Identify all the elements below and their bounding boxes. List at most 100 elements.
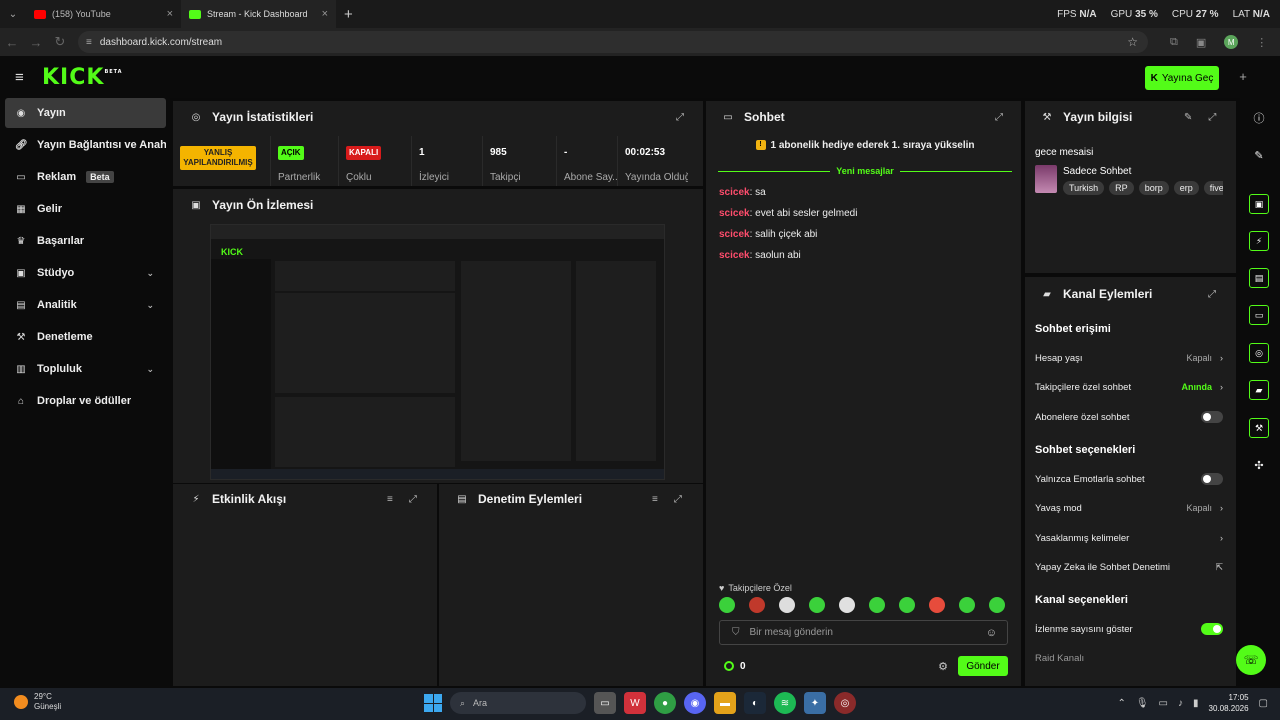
rail-stats-button[interactable]: ◎ xyxy=(1249,343,1269,363)
filter-icon[interactable]: ≡ xyxy=(652,494,658,505)
send-button[interactable]: Gönder xyxy=(958,656,1008,676)
subscribers-only-toggle[interactable] xyxy=(1201,411,1223,423)
forward-icon[interactable]: → xyxy=(24,35,48,50)
site-info-icon[interactable]: ≡ xyxy=(86,37,92,48)
support-chat-button[interactable]: ☏ xyxy=(1236,645,1266,675)
emote-icon[interactable] xyxy=(959,597,975,613)
emoji-picker-icon[interactable]: ☺ xyxy=(986,627,997,639)
tab-kick-dashboard[interactable]: Stream - Kick Dashboard × xyxy=(181,0,336,28)
emote-icon[interactable] xyxy=(809,597,825,613)
stream-preview[interactable]: KICK xyxy=(210,224,665,480)
filter-icon[interactable]: ≡ xyxy=(387,494,393,505)
gear-icon[interactable]: ⚙ xyxy=(938,660,948,673)
sidebar-item-yayin[interactable]: ◉ Yayın xyxy=(5,98,166,128)
taskbar-search[interactable]: ⌕ Ara xyxy=(450,692,586,714)
rail-activity-button[interactable]: ⚡︎ xyxy=(1249,231,1269,251)
setting-slow-mode[interactable]: Yavaş mod Kapalı › xyxy=(1035,500,1223,516)
emote-icon[interactable] xyxy=(869,597,885,613)
url-field[interactable]: ≡ dashboard.kick.com/stream ☆ xyxy=(78,31,1148,53)
weather-widget[interactable]: 29°C Güneşli xyxy=(14,692,61,712)
battery-icon[interactable]: ▮ xyxy=(1193,698,1199,709)
chat-username[interactable]: scicek xyxy=(719,208,750,219)
emote-icon[interactable] xyxy=(719,597,735,613)
add-icon[interactable]: + xyxy=(1234,66,1252,88)
setting-account-age[interactable]: Hesap yaşı Kapalı › xyxy=(1035,350,1223,366)
close-icon[interactable]: × xyxy=(322,8,328,20)
tray-chevron-icon[interactable]: ⌃ xyxy=(1117,698,1125,709)
emote-icon[interactable] xyxy=(779,597,795,613)
setting-followers-only[interactable]: Takipçilere özel sohbet Anında › xyxy=(1035,379,1223,395)
edit-pencil-icon[interactable]: ✎ xyxy=(1249,145,1269,165)
expand-icon[interactable]: ⤢ xyxy=(1208,112,1216,123)
back-icon[interactable]: ← xyxy=(0,35,24,50)
emote-icon[interactable] xyxy=(929,597,945,613)
pinned-banner[interactable]: ! 1 abonelik hediye ederek 1. sıraya yüks… xyxy=(720,140,1010,151)
clock[interactable]: 17:05 30.08.2026 xyxy=(1209,692,1249,714)
expand-icon[interactable]: ⤢ xyxy=(1208,289,1216,300)
steam-icon[interactable]: ◐ xyxy=(744,692,766,714)
chat-username[interactable]: scicek xyxy=(719,229,750,240)
expand-icon[interactable]: ⤢ xyxy=(409,494,417,505)
network-icon[interactable]: ▭ xyxy=(1159,698,1168,709)
sidebar-item-studio[interactable]: ▣ Stüdyo ⌄ xyxy=(5,258,166,288)
close-icon[interactable]: × xyxy=(167,8,173,20)
office-icon[interactable]: W xyxy=(624,692,646,714)
emote-icon[interactable] xyxy=(839,597,855,613)
chat-username[interactable]: scicek xyxy=(719,187,750,198)
sidebar-item-community[interactable]: ▥ Topluluk ⌄ xyxy=(5,354,166,384)
chat-username[interactable]: scicek xyxy=(719,250,750,261)
emote-icon[interactable] xyxy=(749,597,765,613)
chat-message-input[interactable]: ⛉ Bir mesaj gönderin ☺ xyxy=(719,620,1008,645)
go-live-button[interactable]: K Yayına Geç xyxy=(1145,66,1219,90)
emote-icon[interactable] xyxy=(899,597,915,613)
rail-channel-button[interactable]: ▰ xyxy=(1249,380,1269,400)
kick-logo[interactable]: KICKBETA xyxy=(42,65,123,90)
reload-icon[interactable]: ↻ xyxy=(48,34,72,50)
discord-icon[interactable]: ◉ xyxy=(684,692,706,714)
rail-chat-button[interactable]: ▭ xyxy=(1249,305,1269,325)
emote-only-toggle[interactable] xyxy=(1201,473,1223,485)
tab-youtube[interactable]: (158) YouTube × xyxy=(26,0,181,28)
expand-icon[interactable]: ⤢ xyxy=(676,112,684,123)
emote-icon[interactable] xyxy=(989,597,1005,613)
volume-icon[interactable]: ♪ xyxy=(1178,698,1183,709)
sidebar-item-ads[interactable]: ▭ Reklam Beta xyxy=(5,162,166,192)
spotify-icon[interactable]: ≋ xyxy=(774,692,796,714)
expand-icon[interactable]: ⤢ xyxy=(674,494,682,505)
setting-raid-channel[interactable]: Raid Kanalı xyxy=(1035,650,1223,666)
extensions-icon[interactable]: ⧉ xyxy=(1170,36,1178,49)
task-view-icon[interactable]: ▭ xyxy=(594,692,616,714)
microphone-icon[interactable]: 🎙︎ xyxy=(1136,698,1149,709)
menu-kebab-icon[interactable]: ⋮ xyxy=(1256,36,1267,49)
rail-preview-button[interactable]: ▣ xyxy=(1249,194,1269,214)
file-explorer-icon[interactable]: ▬ xyxy=(714,692,736,714)
chrome-icon[interactable]: ● xyxy=(654,692,676,714)
setting-ai-moderation[interactable]: Yapay Zeka ile Sohbet Denetimi ⇱ xyxy=(1035,559,1223,575)
sidebar-item-stream-key[interactable]: 🔗︎ Yayın Bağlantısı ve Anahtarı xyxy=(5,130,166,160)
sidebar-item-achievements[interactable]: ♛ Başarılar xyxy=(5,226,166,256)
puzzle-icon[interactable]: ✣ xyxy=(1249,455,1269,475)
rail-moderation-button[interactable]: ▤ xyxy=(1249,268,1269,288)
edit-pencil-icon[interactable]: ✎ xyxy=(1184,112,1192,123)
obs-icon[interactable]: ◎ xyxy=(834,692,856,714)
split-view-icon[interactable]: ▣ xyxy=(1196,36,1206,49)
sidebar-item-moderation[interactable]: ⚒ Denetleme xyxy=(5,322,166,352)
points-value: 0 xyxy=(740,660,746,672)
sidebar-item-analytics[interactable]: ▤ Analitik ⌄ xyxy=(5,290,166,320)
channel-points[interactable]: 0 xyxy=(724,661,746,672)
app-icon[interactable]: ✦ xyxy=(804,692,826,714)
setting-banned-words[interactable]: Yasaklanmış kelimeler › xyxy=(1035,530,1223,546)
tab-list-chevron-icon[interactable]: ⌄ xyxy=(0,9,26,20)
bookmark-star-icon[interactable]: ☆ xyxy=(1127,35,1138,49)
notifications-icon[interactable]: ▢ xyxy=(1259,698,1268,709)
sidebar-item-revenue[interactable]: ▦ Gelir xyxy=(5,194,166,224)
show-viewcount-toggle[interactable] xyxy=(1201,623,1223,635)
rail-info-button[interactable]: ⚒ xyxy=(1249,418,1269,438)
windows-start-icon[interactable] xyxy=(424,694,442,712)
info-icon[interactable]: ⓘ xyxy=(1249,108,1269,128)
menu-hamburger-icon[interactable]: ≡ xyxy=(15,69,29,86)
sidebar-item-drops[interactable]: ⌂ Droplar ve ödüller xyxy=(5,386,166,416)
profile-avatar[interactable]: M xyxy=(1224,35,1239,49)
new-tab-button[interactable]: + xyxy=(344,6,353,23)
expand-icon[interactable]: ⤢ xyxy=(995,112,1003,123)
